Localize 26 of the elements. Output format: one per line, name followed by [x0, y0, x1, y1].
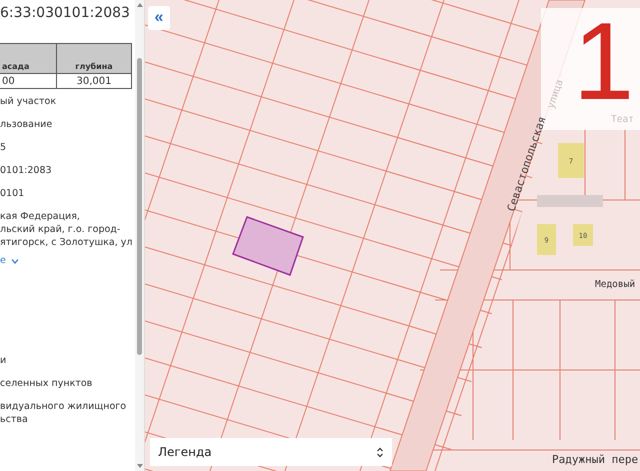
street-label: Теат — [611, 114, 634, 125]
expand-link[interactable]: е — [0, 255, 19, 266]
cadastral-number-title: 6:33:030101:2083 — [0, 4, 131, 23]
field-value: 0101:2083 — [0, 164, 53, 177]
street-label: Радужный пере — [552, 453, 638, 466]
chevron-icon — [10, 258, 19, 264]
field-value: кая Федерация, льский край, г.о. город- ятигорск, с Золотушка, ул — [0, 210, 134, 249]
column-header: глубина — [56, 44, 132, 74]
field-value: льзование — [0, 118, 54, 131]
field-value: 0101 — [0, 187, 26, 200]
legend-select[interactable]: Легенда — [150, 438, 392, 466]
field-value: селенных пунктов — [0, 377, 94, 390]
table-cell: 30,001 — [56, 74, 132, 88]
street-label: улица — [546, 78, 566, 110]
map-badge-number: 1 — [573, 22, 634, 102]
selected-parcel[interactable] — [232, 216, 304, 276]
table-cell: 00 — [0, 74, 56, 88]
field-value: и — [0, 354, 8, 367]
column-header: асада — [0, 44, 56, 74]
field-value: видуального жилищного ьства — [0, 400, 128, 426]
up-down-chevron-icon — [376, 446, 384, 458]
field-value: 5 — [0, 141, 8, 154]
field-value: ый участок — [0, 95, 58, 108]
scrollbar[interactable] — [135, 0, 144, 471]
collapse-panel-button[interactable]: « — [148, 6, 170, 30]
street-label: Медовый — [595, 279, 636, 290]
